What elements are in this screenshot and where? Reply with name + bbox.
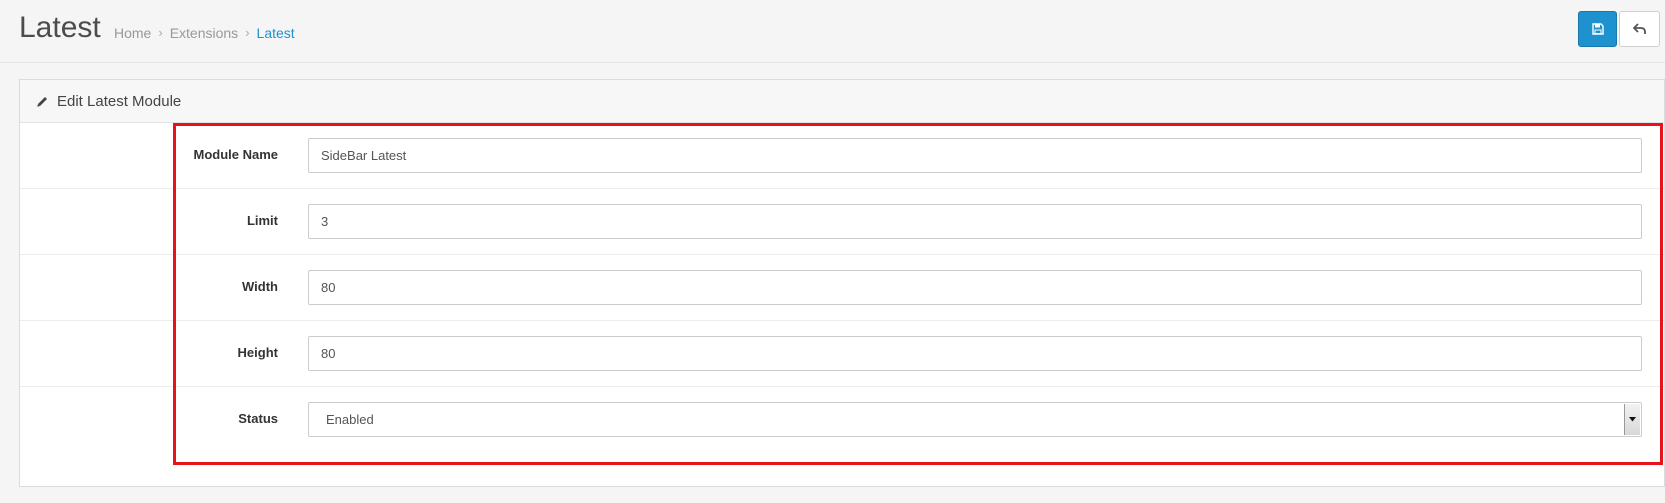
panel-title: Edit Latest Module xyxy=(57,92,182,110)
form-row-width: Width xyxy=(20,255,1664,321)
form-row-module-name: Module Name xyxy=(20,123,1664,189)
module-name-label: Module Name xyxy=(193,147,278,162)
edit-module-panel: Edit Latest Module Module Name Limit Wid… xyxy=(19,79,1665,487)
breadcrumb-separator-icon: › xyxy=(245,25,250,40)
limit-input[interactable] xyxy=(308,204,1642,239)
breadcrumb-latest[interactable]: Latest xyxy=(257,24,295,42)
panel-heading: Edit Latest Module xyxy=(20,80,1664,123)
width-input[interactable] xyxy=(308,270,1642,305)
floppy-disk-icon xyxy=(1591,23,1604,35)
pencil-icon xyxy=(37,96,47,107)
breadcrumb-extensions[interactable]: Extensions xyxy=(170,24,238,42)
status-select[interactable]: Enabled xyxy=(308,402,1642,437)
form-row-status: Status Enabled xyxy=(20,387,1664,453)
form-row-height: Height xyxy=(20,321,1664,387)
breadcrumb-home[interactable]: Home xyxy=(114,24,151,42)
status-select-value: Enabled xyxy=(326,412,374,427)
page-title: Latest xyxy=(19,11,101,44)
status-label: Status xyxy=(238,411,278,426)
save-button[interactable] xyxy=(1578,11,1617,47)
breadcrumb-separator-icon: › xyxy=(158,25,163,40)
form-row-limit: Limit xyxy=(20,189,1664,255)
limit-label: Limit xyxy=(246,213,278,228)
height-input[interactable] xyxy=(308,336,1642,371)
back-button[interactable] xyxy=(1619,11,1660,47)
height-label: Height xyxy=(237,345,278,360)
page-header: Latest Home › Extensions › Latest xyxy=(0,0,1665,63)
dropdown-arrow-icon[interactable] xyxy=(1624,404,1640,435)
reply-arrow-icon xyxy=(1632,23,1646,34)
module-name-input[interactable] xyxy=(308,138,1642,173)
width-label: Width xyxy=(242,279,278,294)
breadcrumb: Home › Extensions › Latest xyxy=(114,24,295,42)
